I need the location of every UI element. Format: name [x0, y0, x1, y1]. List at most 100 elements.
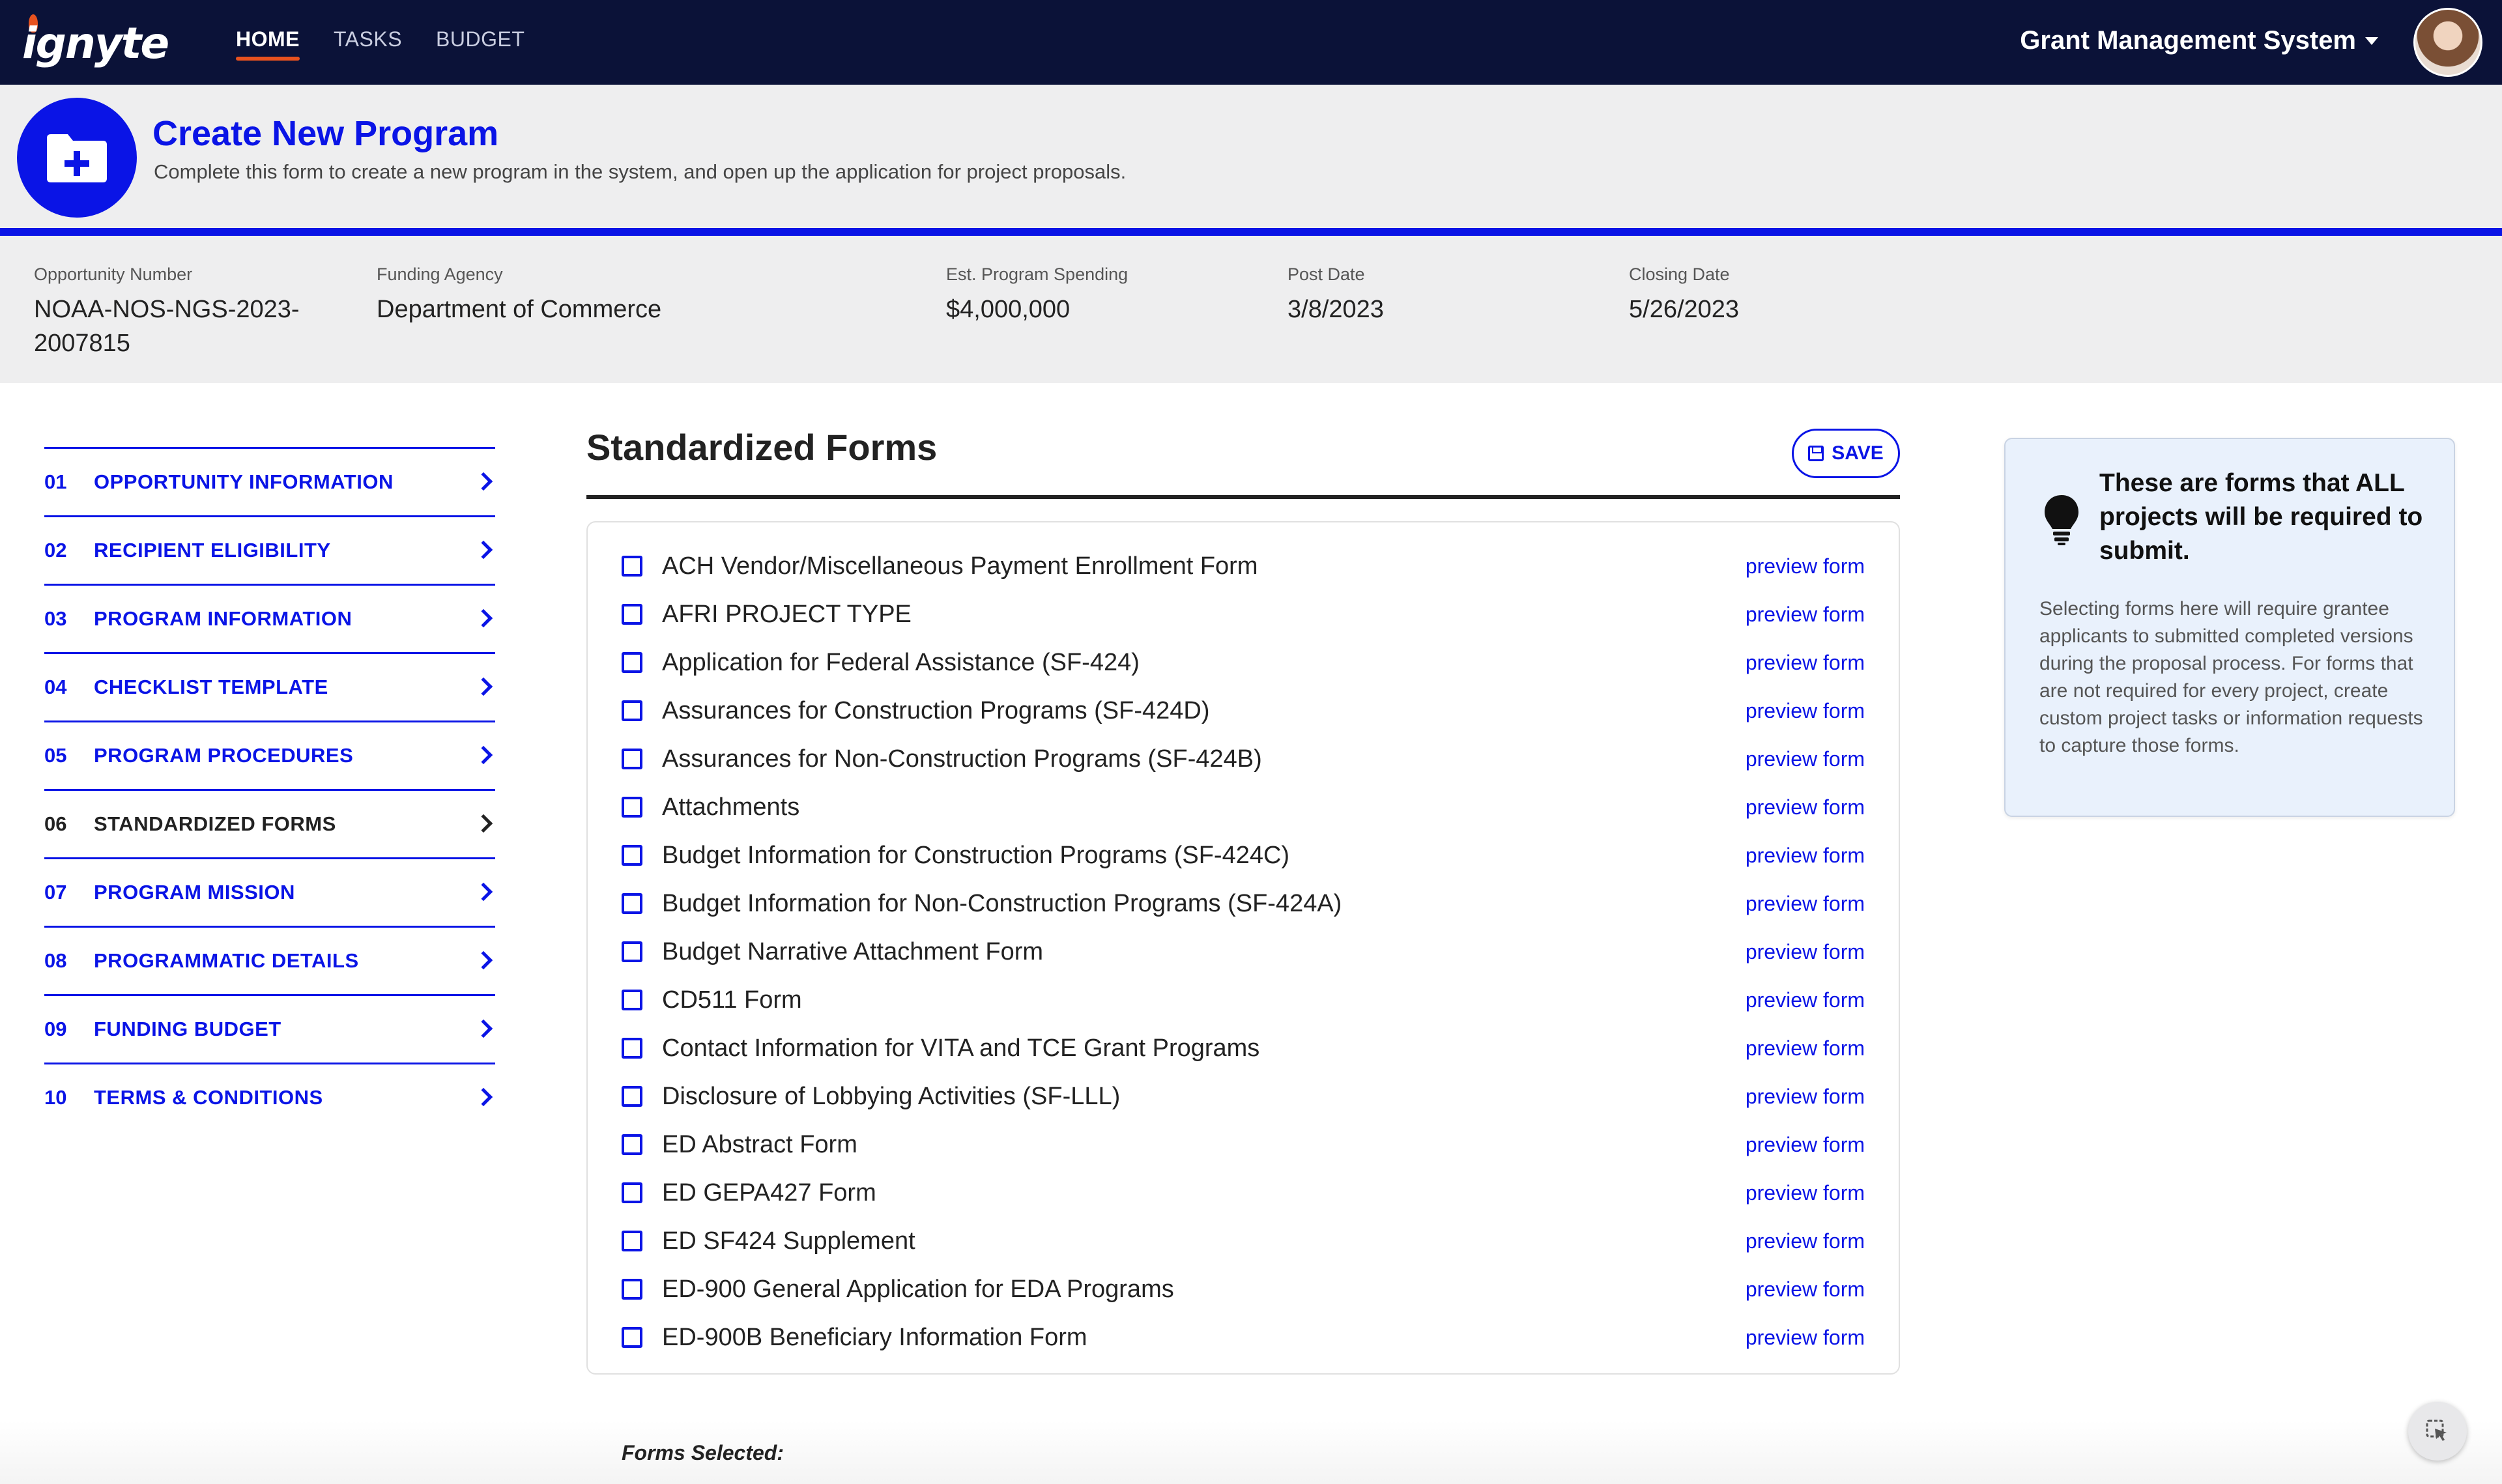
form-checkbox[interactable]: [622, 604, 642, 625]
program-summary: Opportunity Number NOAA-NOS-NGS-2023- 20…: [0, 236, 2502, 383]
step-opportunity-information[interactable]: 01 OPPORTUNITY INFORMATION: [44, 447, 495, 515]
section-divider: [586, 495, 1900, 499]
preview-form-link[interactable]: preview form: [1746, 1036, 1865, 1061]
preview-form-link[interactable]: preview form: [1746, 844, 1865, 868]
post-date-label: Post Date: [1287, 264, 1365, 284]
closing-date-value: 5/26/2023: [1629, 296, 1740, 323]
info-heading: These are forms that ALL projects will b…: [2099, 469, 2423, 565]
system-switcher[interactable]: Grant Management System: [2020, 26, 2378, 55]
opportunity-value-line1: NOAA-NOS-NGS-2023-: [34, 296, 300, 323]
form-checkbox[interactable]: [622, 749, 642, 769]
user-avatar[interactable]: [2413, 8, 2482, 77]
step-number: 01: [44, 470, 67, 493]
form-checkbox[interactable]: [622, 556, 642, 577]
chevron-right-icon: [474, 950, 493, 970]
form-row: ED SF424 Supplement preview form: [622, 1217, 1865, 1265]
spending-label: Est. Program Spending: [946, 264, 1129, 284]
spending-value: $4,000,000: [946, 296, 1071, 323]
chevron-right-icon: [474, 677, 493, 696]
step-programmatic-details[interactable]: 08 PROGRAMMATIC DETAILS: [44, 926, 495, 994]
form-checkbox[interactable]: [622, 1327, 642, 1348]
ignyte-logo[interactable]: ignyte: [22, 14, 185, 73]
step-program-information[interactable]: 03 PROGRAM INFORMATION: [44, 584, 495, 652]
form-checkbox[interactable]: [622, 990, 642, 1010]
system-label: Grant Management System: [2020, 26, 2356, 55]
form-checkbox[interactable]: [622, 1134, 642, 1155]
preview-form-link[interactable]: preview form: [1746, 699, 1865, 723]
preview-form-link[interactable]: preview form: [1746, 1085, 1865, 1109]
save-label: SAVE: [1832, 442, 1884, 464]
page-subtitle: Complete this form to create a new progr…: [154, 160, 1127, 183]
form-row: Attachments preview form: [622, 783, 1865, 831]
form-row: Disclosure of Lobbying Activities (SF-LL…: [622, 1072, 1865, 1120]
folder-plus-icon: [17, 98, 137, 218]
page-title: Create New Program: [152, 114, 499, 153]
preview-form-link[interactable]: preview form: [1746, 603, 1865, 627]
form-name: Budget Information for Construction Prog…: [662, 841, 1290, 869]
form-row: Budget Information for Construction Prog…: [622, 831, 1865, 879]
form-name: ED GEPA427 Form: [662, 1178, 876, 1206]
form-checkbox[interactable]: [622, 652, 642, 673]
form-checkbox[interactable]: [622, 893, 642, 914]
form-checkbox[interactable]: [622, 700, 642, 721]
preview-form-link[interactable]: preview form: [1746, 1181, 1865, 1205]
step-number: 08: [44, 949, 67, 972]
step-label: RECIPIENT ELIGIBILITY: [94, 539, 331, 562]
step-label: OPPORTUNITY INFORMATION: [94, 470, 394, 493]
form-name: ED SF424 Supplement: [662, 1227, 915, 1255]
closing-date: Closing Date 5/26/2023: [1629, 264, 1739, 326]
opportunity-value-line2: 2007815: [34, 330, 130, 357]
nav-home[interactable]: HOME: [236, 27, 300, 61]
top-navigation-bar: ignyte HOME TASKS BUDGET Grant Managemen…: [0, 0, 2502, 85]
nav-budget[interactable]: BUDGET: [436, 27, 525, 61]
chevron-right-icon: [474, 882, 493, 902]
form-row: Budget Narrative Attachment Form preview …: [622, 928, 1865, 976]
step-checklist-template[interactable]: 04 CHECKLIST TEMPLATE: [44, 652, 495, 721]
form-checkbox[interactable]: [622, 1086, 642, 1107]
step-program-mission[interactable]: 07 PROGRAM MISSION: [44, 857, 495, 926]
lightbulb-icon: [2045, 495, 2078, 545]
step-number: 04: [44, 676, 67, 698]
preview-form-link[interactable]: preview form: [1746, 554, 1865, 578]
logo-text: ignyte: [22, 18, 169, 68]
step-recipient-eligibility[interactable]: 02 RECIPIENT ELIGIBILITY: [44, 515, 495, 584]
nav-tasks[interactable]: TASKS: [334, 27, 402, 61]
form-row: Assurances for Non-Construction Programs…: [622, 735, 1865, 783]
chevron-right-icon: [474, 540, 493, 560]
preview-form-link[interactable]: preview form: [1746, 747, 1865, 771]
step-label: PROGRAM PROCEDURES: [94, 744, 354, 767]
forms-list[interactable]: ACH Vendor/Miscellaneous Payment Enrollm…: [586, 521, 1900, 1375]
form-checkbox[interactable]: [622, 1279, 642, 1300]
form-checkbox[interactable]: [622, 1231, 642, 1251]
preview-form-link[interactable]: preview form: [1746, 940, 1865, 964]
preview-form-link[interactable]: preview form: [1746, 1229, 1865, 1253]
preview-form-link[interactable]: preview form: [1746, 1277, 1865, 1302]
form-checkbox[interactable]: [622, 797, 642, 818]
form-row: ED GEPA427 Form preview form: [622, 1169, 1865, 1217]
preview-form-link[interactable]: preview form: [1746, 892, 1865, 916]
save-button[interactable]: SAVE: [1792, 429, 1900, 478]
step-program-procedures[interactable]: 05 PROGRAM PROCEDURES: [44, 721, 495, 789]
step-standardized-forms[interactable]: 06 STANDARDIZED FORMS: [44, 789, 495, 857]
section-title: Standardized Forms: [586, 427, 938, 468]
step-funding-budget[interactable]: 09 FUNDING BUDGET: [44, 994, 495, 1063]
header-divider: [0, 228, 2502, 236]
step-number: 06: [44, 812, 67, 835]
form-name: Assurances for Construction Programs (SF…: [662, 696, 1210, 724]
step-terms-conditions[interactable]: 10 TERMS & CONDITIONS: [44, 1063, 495, 1131]
form-name: Budget Narrative Attachment Form: [662, 937, 1044, 965]
footer-shadow: [0, 1420, 2502, 1484]
chevron-right-icon: [474, 1019, 493, 1038]
form-checkbox[interactable]: [622, 1182, 642, 1203]
form-checkbox[interactable]: [622, 845, 642, 866]
post-date-value: 3/8/2023: [1287, 296, 1384, 323]
preview-form-link[interactable]: preview form: [1746, 1326, 1865, 1350]
form-checkbox[interactable]: [622, 1038, 642, 1059]
form-checkbox[interactable]: [622, 941, 642, 962]
preview-form-link[interactable]: preview form: [1746, 795, 1865, 820]
preview-form-link[interactable]: preview form: [1746, 651, 1865, 675]
select-tool-button[interactable]: [2408, 1402, 2467, 1461]
preview-form-link[interactable]: preview form: [1746, 988, 1865, 1012]
closing-date-label: Closing Date: [1629, 264, 1730, 284]
preview-form-link[interactable]: preview form: [1746, 1133, 1865, 1157]
